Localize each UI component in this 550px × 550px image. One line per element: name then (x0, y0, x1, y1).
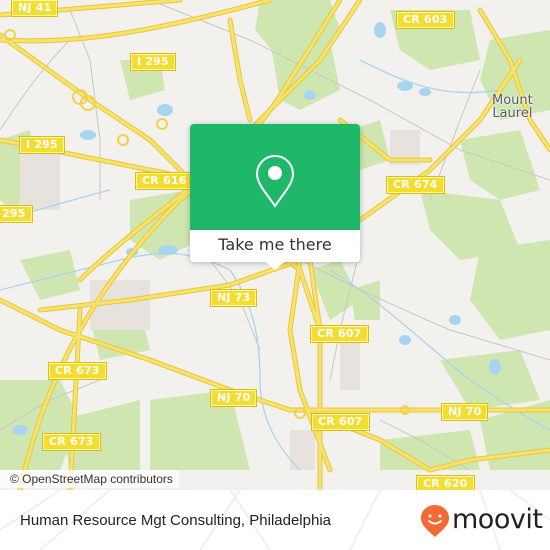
map-attribution[interactable]: © OpenStreetMap contributors (0, 470, 179, 488)
take-me-there-button[interactable]: Take me there (190, 230, 360, 262)
map-pin-icon (255, 154, 295, 208)
route-shield-nj41: NJ 41 (12, 0, 58, 16)
route-shield-nj70: NJ 70 (211, 390, 257, 406)
popup-header (190, 124, 360, 230)
route-shield-i295: I 295 (131, 54, 175, 70)
route-shield-cr673: CR 673 (49, 363, 106, 379)
place-label-mount-laurel: Mount Laurel (492, 94, 533, 120)
route-shield-nj73: NJ 73 (211, 290, 257, 306)
route-shield-cr616: CR 616 (136, 173, 193, 189)
route-shield-cr607: CR 607 (311, 326, 368, 342)
place-label-line: Laurel (492, 106, 533, 121)
route-shield-cr674: CR 674 (387, 177, 444, 193)
route-shield-cr607: CR 607 (312, 414, 369, 430)
route-shield-cr620: CR 620 (417, 476, 474, 490)
popup-pointer (266, 262, 284, 270)
route-shield-cr673: CR 673 (43, 434, 100, 450)
location-title: Human Resource Mgt Consulting, Philadelp… (20, 512, 332, 529)
route-shield-295: 295 (0, 206, 32, 222)
footer: Human Resource Mgt Consulting, Philadelp… (0, 490, 550, 550)
moovit-wordmark: moovit (452, 504, 543, 535)
location-popup: Take me there (190, 124, 360, 270)
moovit-pin-icon (421, 505, 449, 537)
route-shield-nj70: NJ 70 (442, 404, 488, 420)
route-shield-i295: I 295 (20, 137, 64, 153)
map[interactable]: NJ 41 I 295 I 295 295 CR 616 CR 603 CR 6… (0, 0, 550, 490)
route-shield-cr603: CR 603 (397, 12, 454, 28)
